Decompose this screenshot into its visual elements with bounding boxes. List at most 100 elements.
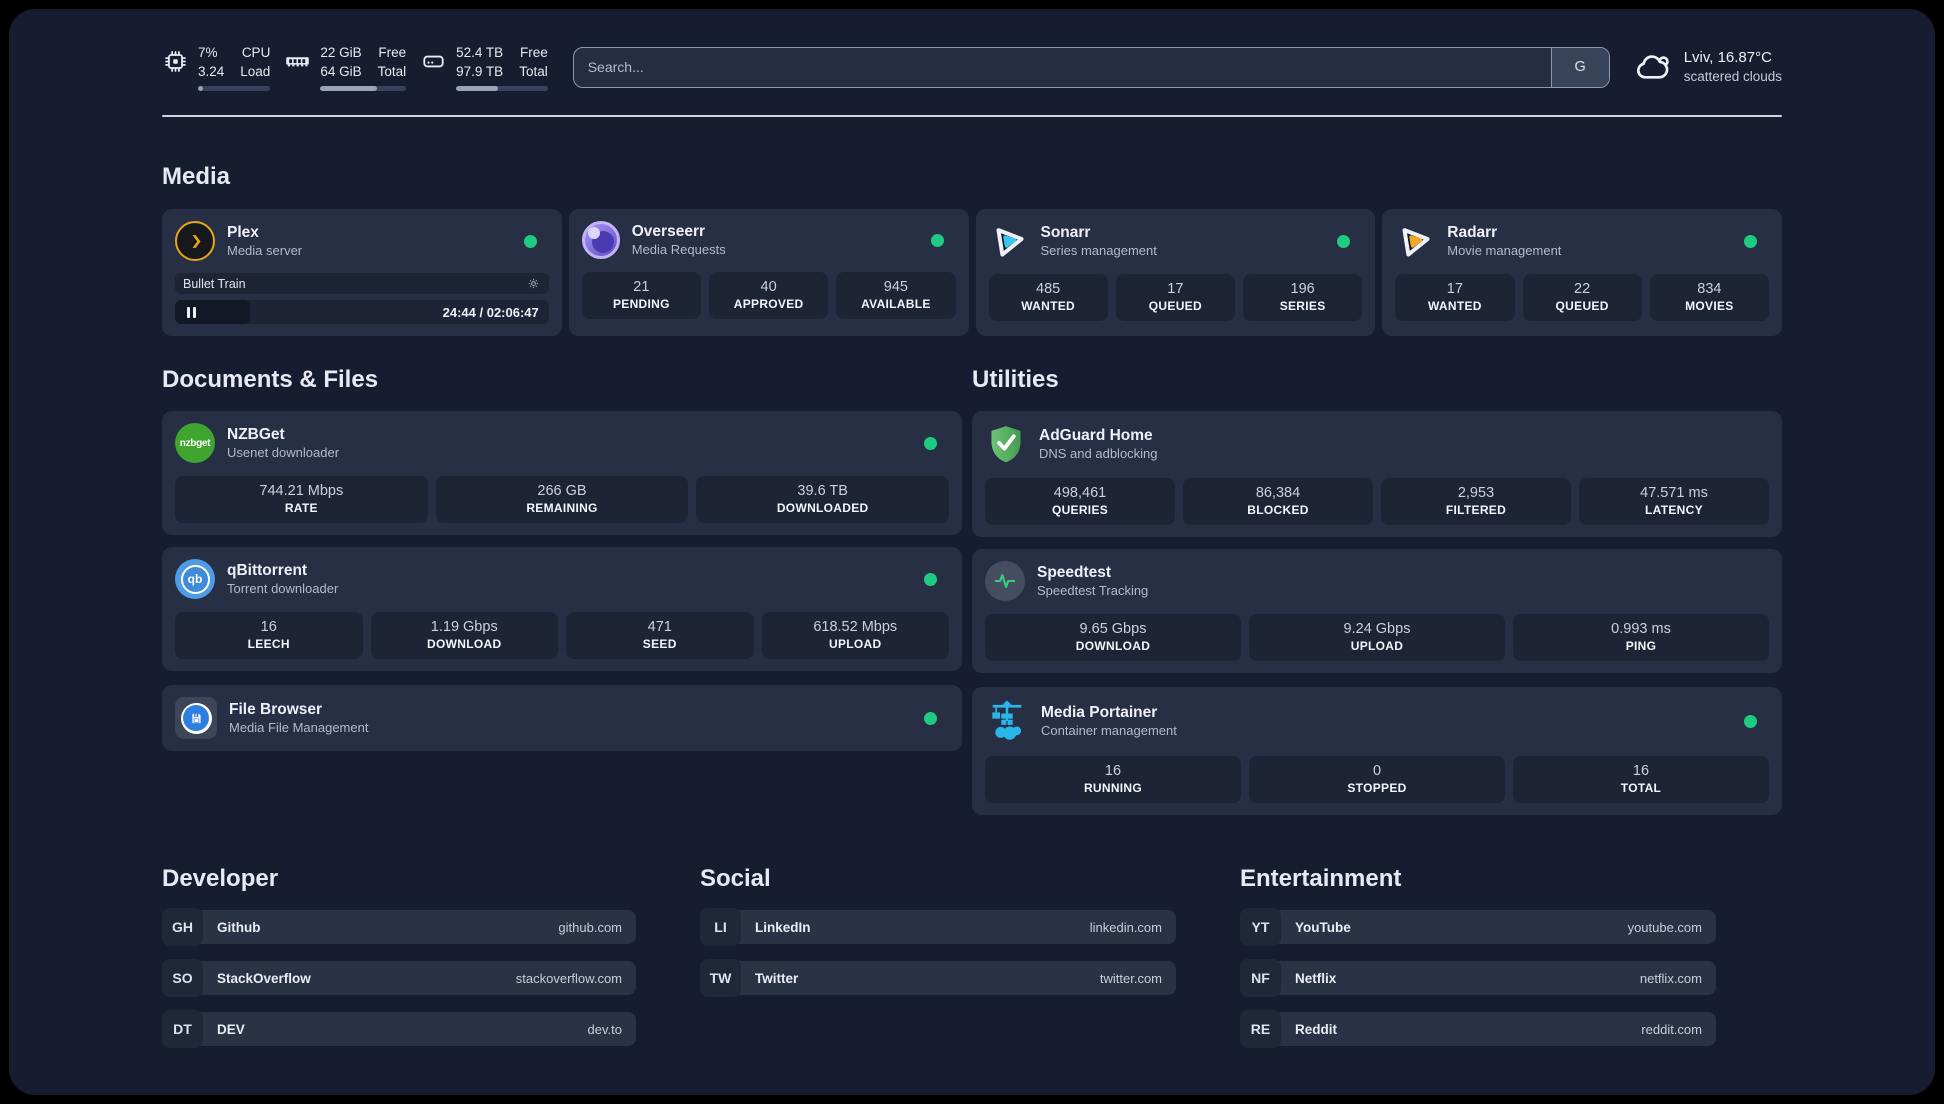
stat-tile: 39.6 TB DOWNLOADED [696, 476, 950, 523]
stat-row: 17 WANTED 22 QUEUED 834 MOVIES [1395, 274, 1769, 321]
app-card-sonarr[interactable]: Sonarr Series management 485 WANTED 17 Q… [975, 209, 1376, 336]
cpu-progress-bar [198, 86, 271, 91]
bookmark-name: Netflix [1295, 970, 1337, 986]
card-header: Speedtest Speedtest Tracking [985, 561, 1769, 601]
bookmark-link-netflix[interactable]: NF Netflix netflix.com [1240, 959, 1716, 997]
bookmark-link-github[interactable]: GH Github github.com [162, 908, 636, 946]
stat-label: PENDING [612, 297, 670, 311]
status-dot-online [1744, 234, 1757, 248]
app-card-portainer[interactable]: Media Portainer Container management 16 … [972, 687, 1782, 815]
search-bar[interactable]: G [572, 46, 1610, 88]
stat-value: 47.571 ms [1640, 485, 1708, 501]
stat-tile: 945 AVAILABLE [836, 272, 956, 319]
stat-value: 1.19 Gbps [430, 619, 498, 635]
memory-free-value: 22 GiB [320, 45, 362, 60]
app-name: Overseerr [631, 222, 706, 240]
app-description: Media File Management [229, 719, 369, 735]
memory-progress-bar [320, 86, 407, 91]
stat-tile: 9.24 Gbps UPLOAD [1249, 614, 1505, 661]
utilities-column: Utilities AdGuard Home DNS and adblockin… [972, 366, 1782, 815]
weather-widget: Lviv, 16.87°C scattered clouds [1634, 48, 1782, 86]
app-card-nzbget[interactable]: nzbget NZBGet Usenet downloader 744.21 M… [162, 411, 962, 535]
app-card-overseerr[interactable]: Overseerr Media Requests 21 PENDING 40 A… [568, 209, 969, 336]
bookmark-name: Reddit [1295, 1021, 1337, 1037]
now-playing-row: Bullet Train [175, 273, 549, 294]
app-card-plex[interactable]: Plex Media server Bullet Train 24:44 / 0… [162, 209, 562, 336]
stat-label: SERIES [1279, 299, 1326, 313]
bookmark-link-reddit[interactable]: RE Reddit reddit.com [1240, 1010, 1716, 1048]
app-card-radarr[interactable]: Radarr Movie management 17 WANTED 22 QUE… [1382, 209, 1782, 336]
status-dot-online [924, 711, 937, 725]
bookmark-link-dev[interactable]: DT DEV dev.to [162, 1010, 636, 1048]
stat-value: 471 [647, 619, 672, 635]
disk-free-label: Free [519, 45, 548, 60]
status-dot-online [924, 436, 937, 450]
search-engine-button[interactable]: G [1550, 47, 1609, 87]
bookmark-link-stackoverflow[interactable]: SO StackOverflow stackoverflow.com [162, 959, 636, 997]
stat-label: RATE [284, 501, 318, 515]
stat-tile: 0.993 ms PING [1513, 614, 1769, 661]
bookmark-link-youtube[interactable]: YT YouTube youtube.com [1240, 908, 1716, 946]
stat-label: TOTAL [1620, 781, 1662, 795]
cpu-icon [162, 48, 189, 75]
stat-label: BLOCKED [1247, 503, 1309, 517]
bookmark-body: Twitter twitter.com [737, 961, 1176, 995]
stat-value: 16 [1104, 763, 1122, 779]
app-description: DNS and adblocking [1039, 445, 1158, 461]
stat-tile: 485 WANTED [988, 274, 1108, 321]
overseerr-logo-icon [581, 221, 620, 259]
stat-label: STOPPED [1347, 781, 1407, 795]
bookmark-body: Reddit reddit.com [1277, 1012, 1716, 1046]
stat-label: WANTED [1427, 299, 1482, 313]
stat-label: FILTERED [1445, 503, 1507, 517]
top-bar: 7% CPU 3.24 Load 22 GiB Free 64 GiB Tota… [162, 9, 1782, 95]
app-name: AdGuard Home [1039, 426, 1153, 444]
bookmark-link-twitter[interactable]: TW Twitter twitter.com [700, 959, 1176, 997]
bookmark-body: StackOverflow stackoverflow.com [199, 961, 636, 995]
card-header: Sonarr Series management [989, 221, 1363, 261]
app-card-speedtest[interactable]: Speedtest Speedtest Tracking 9.65 Gbps D… [972, 549, 1782, 673]
stat-tile: 2,953 FILTERED [1381, 478, 1571, 525]
stat-tile: 40 APPROVED [709, 272, 829, 319]
app-card-adguard[interactable]: AdGuard Home DNS and adblocking 498,461 … [972, 411, 1782, 537]
section-title-media: Media [162, 163, 231, 190]
stat-label: QUERIES [1051, 503, 1109, 517]
pause-icon[interactable] [185, 306, 197, 318]
stat-tile: 266 GB REMAINING [435, 476, 689, 523]
stat-value: 945 [883, 279, 908, 295]
gear-icon[interactable] [526, 276, 541, 291]
bookmark-url: youtube.com [1627, 919, 1702, 935]
stat-label: SEED [642, 637, 677, 651]
stat-tile: 16 LEECH [175, 612, 363, 659]
search-input[interactable] [573, 59, 1551, 75]
app-card-filebrowser[interactable]: File Browser Media File Management [162, 685, 962, 751]
card-header: File Browser Media File Management [175, 697, 949, 739]
card-header: AdGuard Home DNS and adblocking [985, 423, 1769, 465]
radarr-logo-icon [1395, 221, 1435, 261]
dashboard-panel: 7% CPU 3.24 Load 22 GiB Free 64 GiB Tota… [9, 9, 1935, 1095]
stat-value: 9.65 Gbps [1079, 621, 1147, 637]
stat-value: 266 GB [537, 483, 587, 499]
cpu-load-value: 3.24 [198, 64, 225, 79]
stat-label: QUEUED [1148, 299, 1202, 313]
bookmark-url: netflix.com [1639, 970, 1702, 986]
stat-tile: 21 PENDING [581, 272, 701, 319]
app-name: Speedtest [1037, 563, 1112, 581]
section-title-documents: Documents & Files [162, 366, 379, 393]
app-description: Container management [1041, 722, 1177, 738]
stat-row: 16 RUNNING 0 STOPPED 16 TOTAL [985, 756, 1769, 803]
app-card-qbittorrent[interactable]: qb qBittorrent Torrent downloader 16 LEE… [162, 547, 962, 671]
stat-label: DOWNLOADED [776, 501, 869, 515]
header-divider [162, 115, 1782, 117]
stat-value: 86,384 [1255, 485, 1301, 501]
stat-tile: 16 RUNNING [985, 756, 1241, 803]
bookmark-link-linkedin[interactable]: LI LinkedIn linkedin.com [700, 908, 1176, 946]
stat-row: 16 LEECH 1.19 Gbps DOWNLOAD 471 SEED 618… [175, 612, 949, 659]
card-header: Media Portainer Container management [985, 699, 1769, 743]
stat-value: 17 [1167, 281, 1184, 297]
status-dot-online [1337, 234, 1351, 248]
app-name: Radarr [1447, 223, 1498, 241]
app-name: Plex [227, 223, 259, 241]
status-dot-online [1744, 714, 1757, 728]
section-title-entertainment: Entertainment [1240, 865, 1402, 892]
